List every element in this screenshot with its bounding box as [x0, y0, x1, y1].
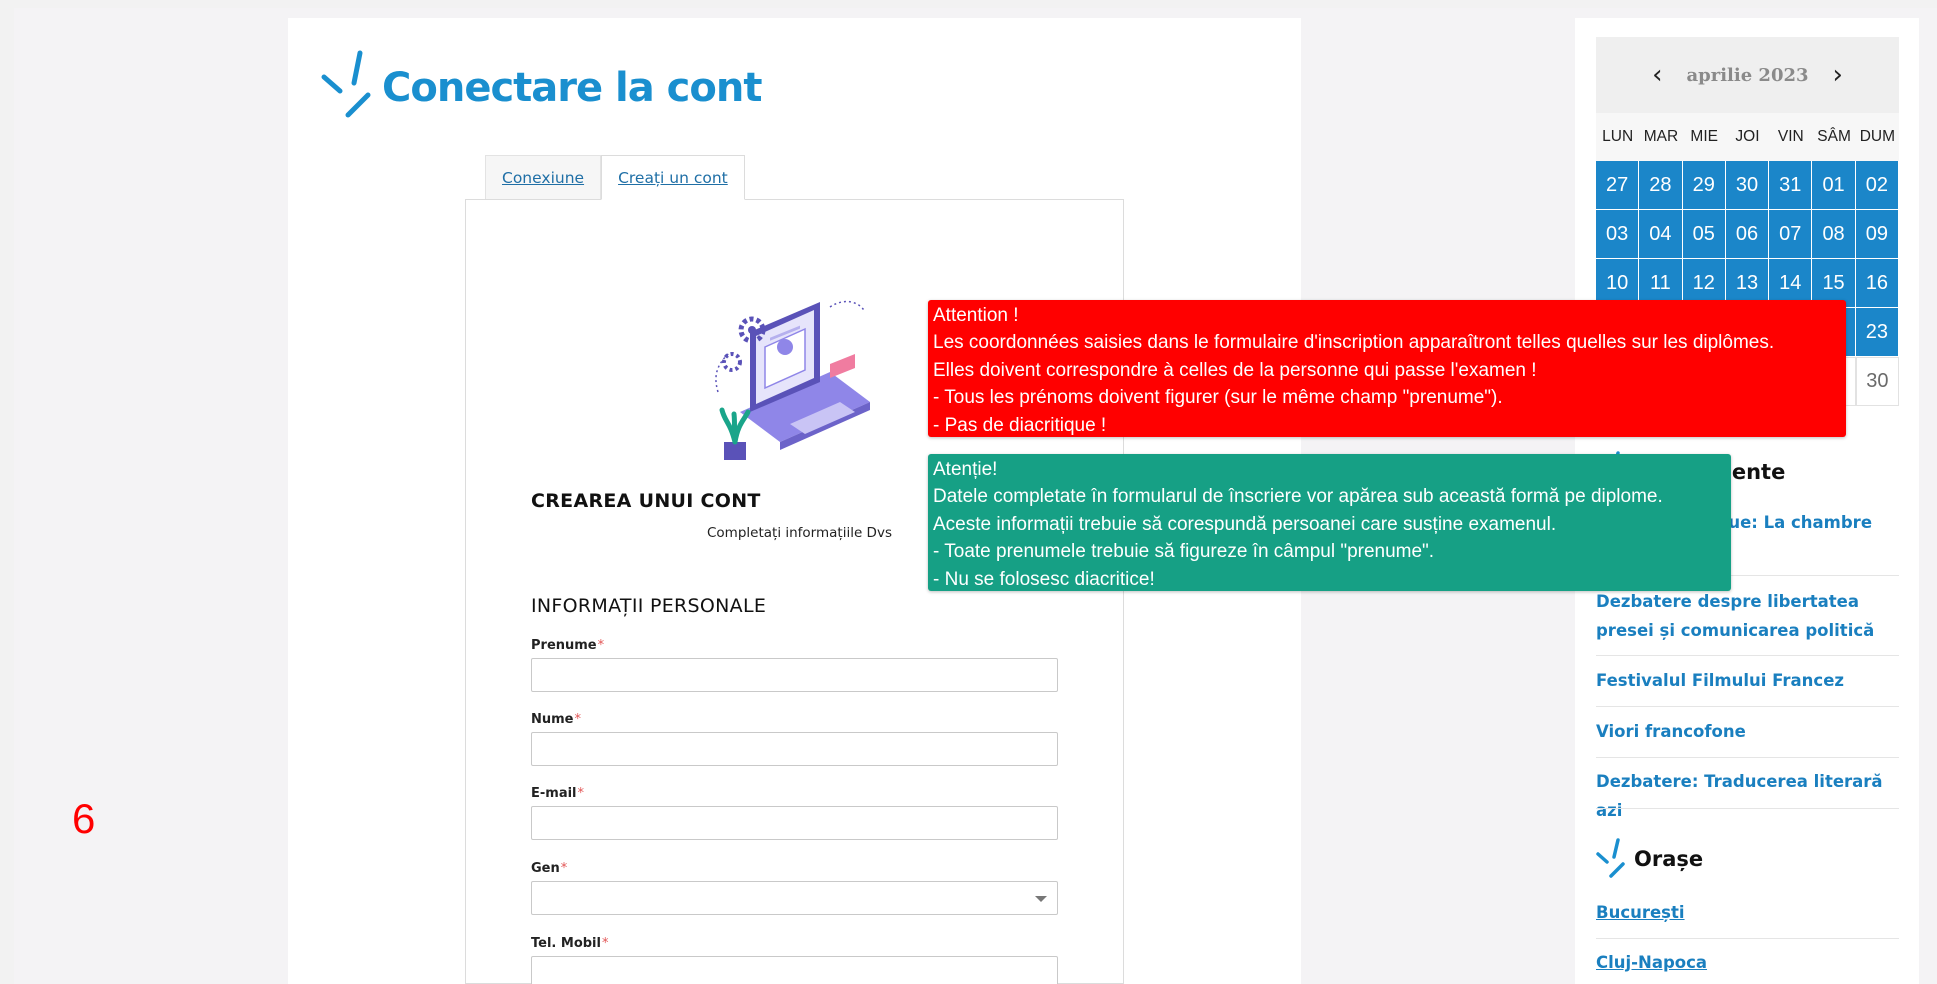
first-name-label-text: Prenume	[531, 638, 597, 653]
first-name-label: Prenume*	[531, 638, 604, 653]
required-mark: *	[577, 786, 585, 801]
recent-event-link[interactable]: Dezbatere despre libertatea presei și co…	[1596, 587, 1899, 645]
mobile-label: Tel. Mobil*	[531, 936, 608, 951]
calendar-day[interactable]: 16	[1855, 259, 1899, 308]
calendar-weekdays: LUN MAR MIE JOI VIN SÂM DUM	[1596, 113, 1899, 161]
calendar-day[interactable]: 05	[1682, 210, 1726, 259]
email-input[interactable]	[531, 806, 1058, 840]
calendar-day[interactable]: 27	[1596, 161, 1640, 210]
chevron-down-icon	[1035, 896, 1047, 902]
first-name-input[interactable]	[531, 658, 1058, 692]
alert-line: - Toate prenumele trebuie să figureze în…	[933, 541, 1435, 563]
chevron-left-icon[interactable]: ‹	[1652, 60, 1662, 90]
calendar-day[interactable]: 30	[1855, 357, 1899, 406]
weekday-label: VIN	[1777, 128, 1804, 145]
weekday-label: SÂM	[1817, 128, 1851, 145]
calendar-day[interactable]: 08	[1812, 210, 1856, 259]
weekday-label: JOI	[1735, 128, 1760, 145]
recent-event-link[interactable]: Festivalul Filmului Francez	[1596, 666, 1899, 695]
calendar-day[interactable]: 09	[1855, 210, 1899, 259]
required-mark: *	[574, 712, 582, 727]
account-tabs: Conexiune Creați un cont	[485, 155, 745, 200]
weekday-label: LUN	[1602, 128, 1634, 145]
page-title: Conectare la cont	[382, 65, 762, 111]
city-link[interactable]: Cluj-Napoca	[1596, 948, 1899, 977]
alert-line: Aceste informații trebuie să corespundă …	[933, 513, 1557, 535]
brand-spark-icon	[1596, 838, 1625, 878]
gender-label: Gen*	[531, 861, 567, 876]
chevron-right-icon[interactable]: ›	[1833, 60, 1843, 90]
romanian-warning-alert: Atenție! Datele completate în formularul…	[928, 454, 1731, 591]
required-mark: *	[597, 638, 605, 653]
alert-line: Elles doivent correspondre à celles de l…	[933, 359, 1537, 381]
cities-heading-text: Orașe	[1634, 847, 1704, 871]
divider	[1596, 938, 1899, 939]
last-name-label: Nume*	[531, 712, 581, 727]
french-warning-alert: Attention ! Les coordonnées saisies dans…	[928, 300, 1846, 437]
divider	[1596, 757, 1899, 758]
calendar-day[interactable]: 02	[1855, 161, 1899, 210]
alert-line: - Pas de diacritique !	[933, 414, 1107, 436]
brand-spark-icon	[321, 50, 371, 118]
alert-line: - Nu se folosesc diacritice!	[933, 568, 1155, 590]
divider	[1596, 706, 1899, 707]
gender-label-text: Gen	[531, 861, 560, 876]
calendar-day[interactable]: 23	[1855, 308, 1899, 357]
divider	[1596, 655, 1899, 656]
calendar-day[interactable]: 07	[1769, 210, 1813, 259]
calendar-day[interactable]: 01	[1812, 161, 1856, 210]
alert-line: Atenție!	[933, 459, 998, 480]
mobile-label-text: Tel. Mobil	[531, 936, 601, 951]
city-link[interactable]: București	[1596, 898, 1899, 927]
last-name-label-text: Nume	[531, 712, 574, 727]
page-header: Conectare la cont	[320, 48, 762, 128]
email-label: E-mail*	[531, 786, 584, 801]
email-label-text: E-mail	[531, 786, 577, 801]
calendar-month: aprilie 2023	[1686, 64, 1809, 86]
create-account-heading: CREAREA UNUI CONT	[531, 490, 761, 512]
annotation-marker: 6	[72, 795, 96, 842]
alert-line: - Tous les prénoms doivent figurer (sur …	[933, 387, 1503, 409]
recent-event-link[interactable]: Viori francofone	[1596, 717, 1899, 746]
required-mark: *	[601, 936, 609, 951]
mobile-input[interactable]	[531, 956, 1058, 984]
recent-event-link[interactable]: Dezbatere: Traducerea literară azi	[1596, 767, 1899, 825]
weekday-label: MAR	[1643, 128, 1679, 145]
weekday-label: MIE	[1690, 128, 1718, 145]
alert-line: Datele completate în formularul de înscr…	[933, 486, 1663, 508]
alert-line: Les coordonnées saisies dans le formulai…	[933, 332, 1775, 354]
tab-create-account[interactable]: Creați un cont	[601, 155, 745, 200]
calendar-header: ‹ aprilie 2023 ›	[1596, 37, 1899, 113]
calendar-day[interactable]: 04	[1639, 210, 1683, 259]
alert-line: Attention !	[933, 305, 1019, 326]
last-name-input[interactable]	[531, 732, 1058, 766]
calendar-day[interactable]: 30	[1725, 161, 1770, 210]
divider	[1596, 808, 1899, 809]
cities-heading: Orașe	[1596, 838, 1703, 880]
required-mark: *	[560, 861, 568, 876]
gender-select[interactable]	[531, 881, 1058, 915]
calendar-day[interactable]: 29	[1682, 161, 1726, 210]
calendar-day[interactable]: 28	[1639, 161, 1683, 210]
calendar-day[interactable]: 03	[1596, 210, 1640, 259]
create-account-subheading: Completați informațiile Dvs	[707, 525, 892, 541]
personal-info-heading: INFORMAȚII PERSONALE	[531, 595, 767, 617]
weekday-label: DUM	[1859, 128, 1895, 145]
calendar-day[interactable]: 06	[1725, 210, 1770, 259]
tab-login[interactable]: Conexiune	[485, 155, 602, 200]
laptop-profile-illustration	[715, 300, 870, 460]
calendar-day[interactable]: 31	[1769, 161, 1813, 210]
